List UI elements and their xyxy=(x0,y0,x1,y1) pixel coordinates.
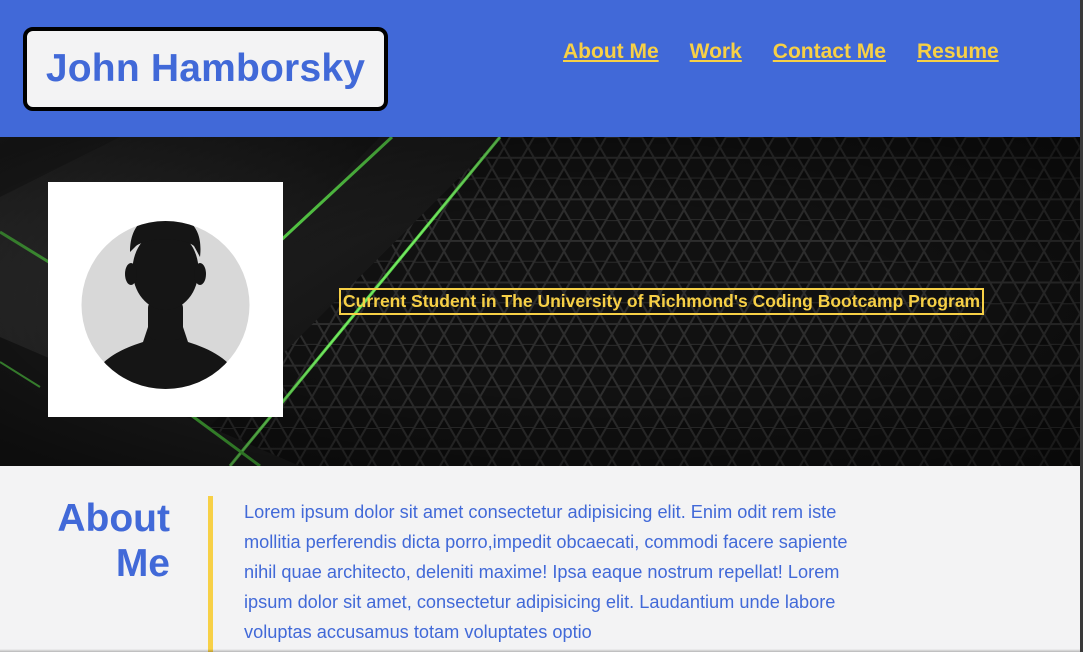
about-divider xyxy=(208,496,213,652)
site-header: John Hamborsky About Me Work Contact Me … xyxy=(0,0,1080,137)
portfolio-page: John Hamborsky About Me Work Contact Me … xyxy=(0,0,1083,652)
nav-link-contact-me[interactable]: Contact Me xyxy=(773,40,886,64)
hero-tagline: Current Student in The University of Ric… xyxy=(339,288,985,315)
hero-banner: Current Student in The University of Ric… xyxy=(0,137,1080,466)
nav-link-work[interactable]: Work xyxy=(690,40,742,64)
main-nav: About Me Work Contact Me Resume xyxy=(563,40,999,64)
about-me-section: About Me Lorem ipsum dolor sit amet cons… xyxy=(0,466,1080,652)
about-me-paragraph: Lorem ipsum dolor sit amet consectetur a… xyxy=(244,502,848,642)
brand-box[interactable]: John Hamborsky xyxy=(23,27,388,111)
default-user-silhouette-icon xyxy=(81,221,250,389)
profile-photo xyxy=(48,182,283,417)
brand-name[interactable]: John Hamborsky xyxy=(46,47,365,91)
about-me-heading: About Me xyxy=(57,497,170,585)
nav-link-resume[interactable]: Resume xyxy=(917,40,999,64)
nav-link-about-me[interactable]: About Me xyxy=(563,40,659,64)
